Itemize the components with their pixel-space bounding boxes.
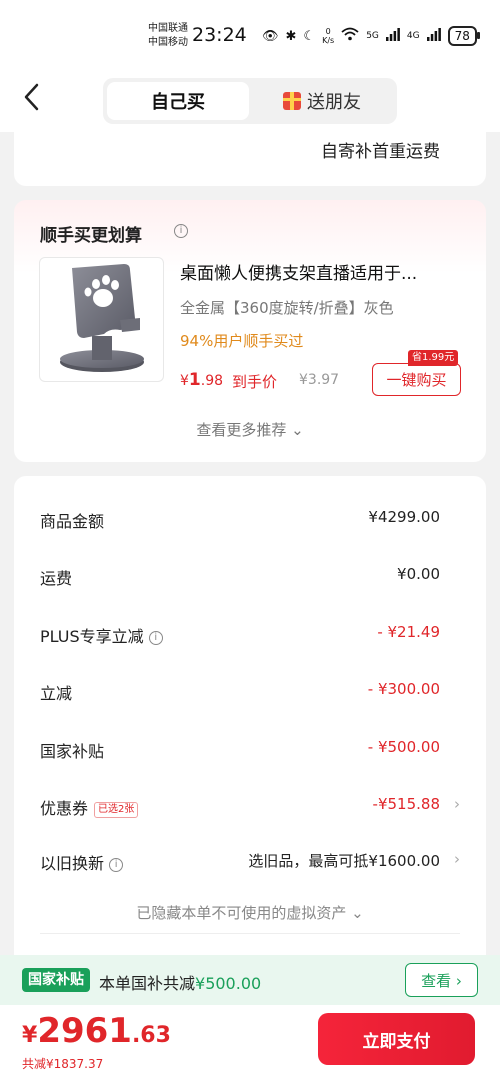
chevron-right-icon: ›	[454, 795, 460, 813]
tab-gift-label: 送朋友	[307, 92, 361, 113]
tab-self-buy[interactable]: 自己买	[107, 82, 249, 120]
signal-4g-label: 4G	[406, 31, 420, 41]
subsidy-banner: 国家补贴 本单国补共减¥500.00 查看 ›	[0, 955, 500, 1005]
summary-row-trade-in[interactable]: 以旧换新 i 选旧品，最高可抵¥1600.00 ›	[40, 846, 460, 876]
summary-row-goods-amount: 商品金额 ¥4299.00	[40, 508, 440, 531]
chevron-right-icon: ›	[454, 850, 460, 868]
summary-row-national-subsidy: 国家补贴 - ¥500.00	[40, 738, 440, 761]
order-summary-card: 商品金额 ¥4299.00 运费 ¥0.00 PLUS专享立减 i - ¥21.…	[14, 476, 486, 996]
subsidy-text: 本单国补共减¥500.00	[99, 974, 262, 993]
shipping-note: 自寄补首重运费	[321, 142, 440, 162]
nav-header: 自己买 送朋友	[0, 72, 500, 132]
wifi-icon	[341, 27, 359, 45]
save-badge: 省1.99元	[408, 350, 459, 366]
carrier-info: 中国联通 中国移动	[148, 22, 188, 50]
purchase-mode-toggle: 自己买 送朋友	[103, 78, 397, 124]
subsidy-tag: 国家补贴	[22, 968, 90, 992]
clock: 23:24	[192, 24, 247, 46]
signal-bars-icon-2	[426, 27, 441, 45]
battery-icon: 78	[447, 26, 481, 46]
one-click-buy-button[interactable]: 一键购买	[372, 363, 461, 396]
more-recommend-link[interactable]: 查看更多推荐 ⌄	[14, 419, 486, 440]
coupon-selected-tag: 已选2张	[94, 802, 139, 818]
pay-now-button[interactable]: 立即支付	[318, 1013, 475, 1065]
summary-row-instant-discount: 立减 - ¥300.00	[40, 680, 440, 703]
product-purchase-stat: 94%用户顺手买过	[180, 332, 304, 350]
bluetooth-icon: ✱	[285, 28, 297, 44]
total-saved: 共减¥1837.37	[22, 1057, 104, 1071]
product-original-price: ¥3.97	[299, 372, 340, 388]
summary-row-shipping: 运费 ¥0.00	[40, 565, 440, 588]
chevron-left-icon	[24, 83, 39, 111]
summary-row-coupon[interactable]: 优惠券 已选2张 -¥515.88 ›	[40, 791, 460, 821]
product-image[interactable]	[39, 257, 164, 382]
total-price: ¥2961.63	[22, 1011, 171, 1051]
network-speed: 0 K/s	[322, 27, 335, 45]
status-icons: 👁 ✱ ☾ 0 K/s 5G 4G 78	[262, 26, 481, 46]
eye-icon: 👁	[262, 28, 279, 44]
phone-stand-icon	[60, 264, 144, 372]
product-title[interactable]: 桌面懒人便携支架直播适用于...	[180, 259, 470, 284]
tab-gift-friend[interactable]: 送朋友	[251, 82, 393, 120]
shipping-card: 自寄补首重运费	[14, 128, 486, 186]
product-price: ¥1.98	[180, 370, 224, 390]
summary-row-plus-discount: PLUS专享立减 i - ¥21.49	[40, 623, 440, 646]
checkout-bar: ¥2961.63 共减¥1837.37 立即支付	[0, 1005, 500, 1083]
carrier-2: 中国移动	[148, 37, 188, 48]
product-price-label: 到手价	[232, 373, 278, 391]
recommend-title: 顺手买更划算	[40, 226, 142, 246]
moon-icon: ☾	[303, 28, 316, 44]
subsidy-view-button[interactable]: 查看 ›	[405, 963, 478, 997]
status-bar: 中国联通 中国移动 23:24 👁 ✱ ☾ 0 K/s 5G 4G 78	[0, 0, 500, 72]
carrier-1: 中国联通	[148, 23, 188, 34]
info-icon[interactable]: i	[109, 857, 124, 872]
back-button[interactable]	[22, 82, 52, 118]
info-icon[interactable]: i	[148, 630, 163, 645]
product-spec: 全金属【360度旋转/折叠】灰色	[180, 299, 394, 317]
divider	[40, 933, 460, 934]
recommend-card: 顺手买更划算 i 桌面懒人便携支架直播适用于... 全金属【360度旋转/折叠】…	[14, 200, 486, 462]
info-icon[interactable]: i	[174, 224, 188, 238]
gift-icon	[283, 92, 301, 110]
hidden-assets-toggle[interactable]: 已隐藏本单不可使用的虚拟资产 ⌄	[14, 902, 486, 923]
signal-bars-icon	[385, 27, 400, 45]
signal-5g-label: 5G	[366, 31, 379, 41]
